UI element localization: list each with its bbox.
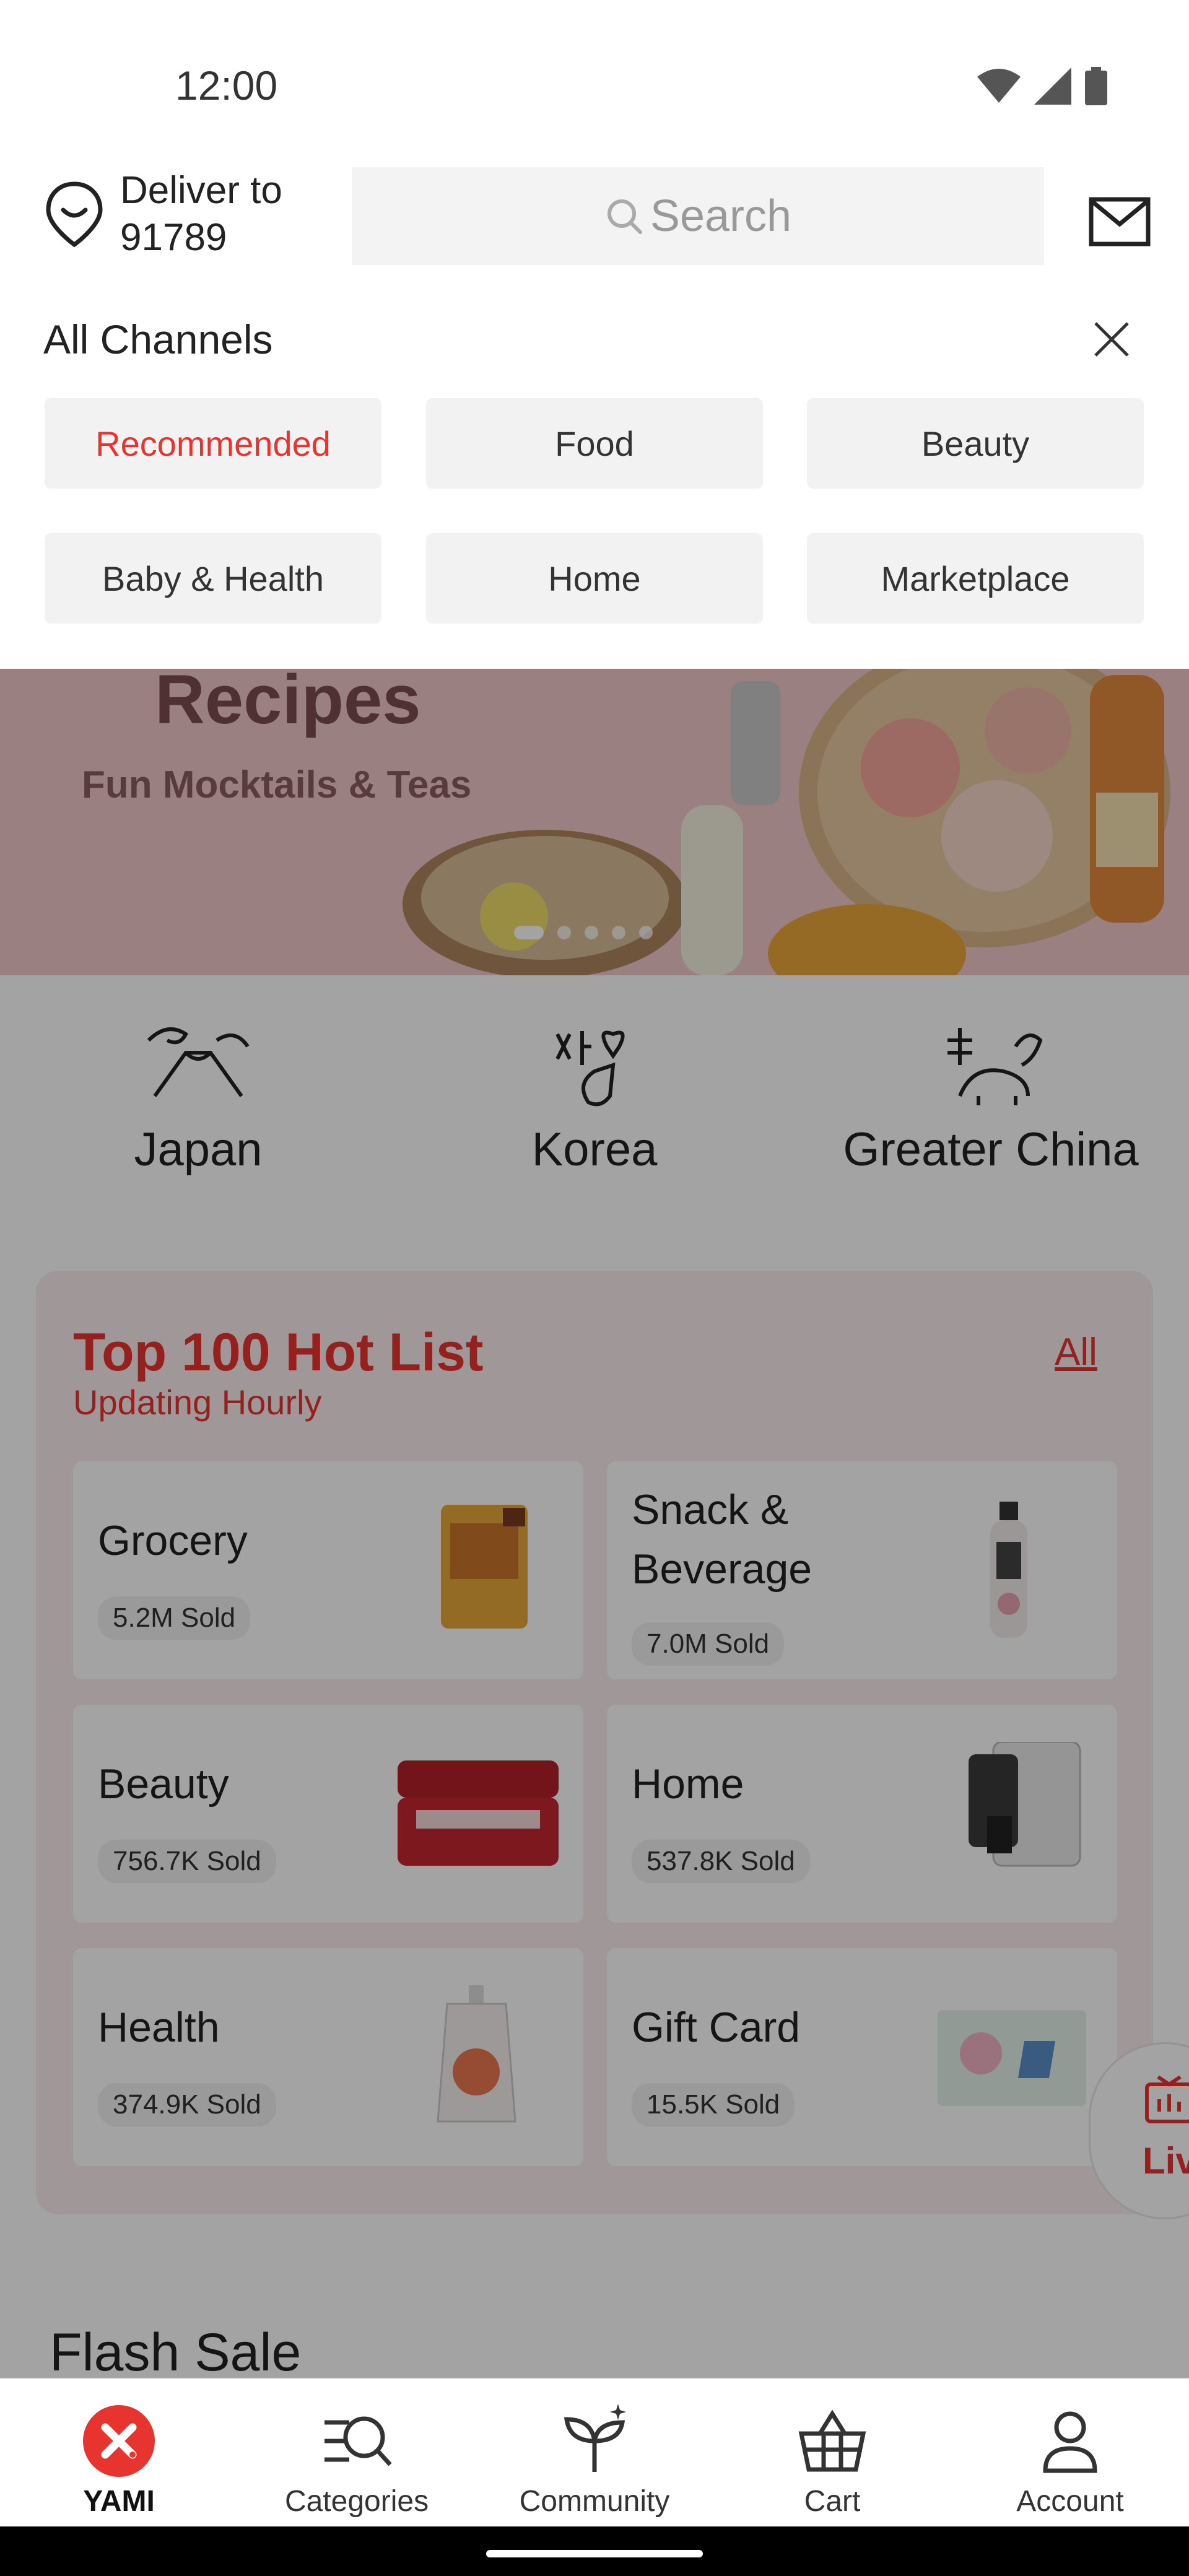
basket-icon	[798, 2409, 866, 2472]
status-time: 12:00	[175, 63, 278, 108]
channel-chip-baby-health[interactable]: Baby & Health	[45, 533, 381, 624]
deliver-zip: 91789	[120, 216, 227, 259]
home-gesture-handle[interactable]	[486, 2550, 703, 2557]
nav-cart[interactable]: Cart	[713, 2404, 951, 2518]
channel-chip-recommended[interactable]: Recommended	[45, 398, 381, 489]
close-icon[interactable]	[1093, 321, 1130, 358]
dim-overlay[interactable]	[0, 669, 1189, 2378]
yami-logo-icon	[83, 2405, 155, 2477]
nav-label: Categories	[284, 2485, 429, 2518]
channel-chip-beauty[interactable]: Beauty	[807, 398, 1144, 489]
search-input[interactable]: Search	[352, 167, 1044, 265]
mail-icon[interactable]	[1089, 197, 1151, 246]
search-icon	[607, 199, 642, 234]
nav-label: Community	[519, 2485, 670, 2518]
nav-categories[interactable]: Categories	[238, 2404, 476, 2518]
nav-account[interactable]: Account	[951, 2404, 1189, 2518]
nav-yami[interactable]: YAMI	[0, 2404, 238, 2518]
nav-label: Cart	[804, 2485, 861, 2518]
bottom-nav: YAMI Categories Community Cart Account	[0, 2378, 1189, 2528]
account-icon	[1043, 2411, 1097, 2473]
nav-community[interactable]: Community	[476, 2404, 713, 2518]
wifi-icon	[977, 69, 1021, 103]
deliver-to-button[interactable]: Deliver to 91789	[43, 167, 282, 261]
channels-panel: All Channels Recommended Food Beauty Bab…	[0, 272, 1189, 669]
location-pin-icon	[46, 181, 103, 248]
channel-chip-food[interactable]: Food	[426, 398, 763, 489]
channel-chip-marketplace[interactable]: Marketplace	[807, 533, 1144, 624]
nav-label: YAMI	[83, 2485, 155, 2518]
categories-search-icon	[324, 2416, 392, 2466]
search-placeholder: Search	[650, 191, 792, 241]
sprout-icon	[564, 2404, 626, 2472]
status-icons	[977, 67, 1107, 105]
channels-title: All Channels	[43, 316, 273, 362]
battery-icon	[1085, 67, 1107, 105]
signal-icon	[1034, 67, 1071, 105]
channel-chip-home[interactable]: Home	[426, 533, 763, 624]
deliver-label: Deliver to	[120, 169, 282, 212]
nav-label: Account	[1016, 2485, 1124, 2518]
